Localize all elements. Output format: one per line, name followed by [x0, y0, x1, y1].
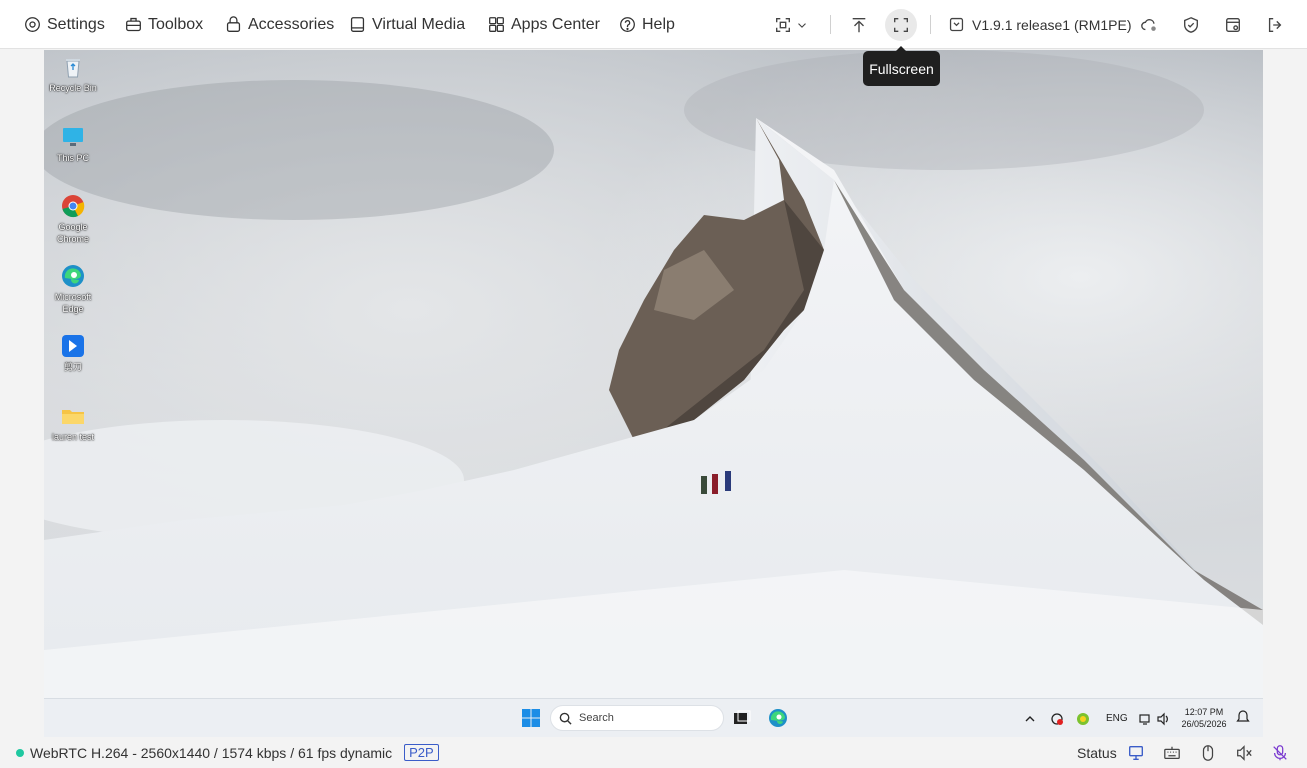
clock-date: 26/05/2026 [1181, 719, 1227, 729]
edge-taskbar-icon[interactable] [767, 707, 789, 729]
toolbar-divider [830, 15, 831, 34]
apps-center-menu[interactable]: Apps Center [488, 0, 600, 49]
screen-select-dropdown[interactable] [766, 9, 816, 41]
desktop-icon-app-shortcut[interactable]: 剪刀 [44, 333, 102, 373]
logout-icon [1268, 18, 1282, 32]
app-tray-icon[interactable] [1076, 712, 1090, 726]
status-label[interactable]: Status [1077, 737, 1117, 768]
settings-menu[interactable]: Settings [24, 0, 105, 49]
microphone-muted-icon [1273, 745, 1287, 761]
audio-mute-button[interactable] [1234, 743, 1254, 763]
app-shortcut-icon [62, 335, 84, 357]
desktop-icon-label: 剪刀 [63, 362, 82, 372]
mountain-wallpaper [44, 50, 1263, 698]
logout-button[interactable] [1259, 9, 1291, 41]
toolbox-menu-label: Toolbox [148, 15, 204, 33]
volume-mute-icon [1237, 745, 1252, 761]
folder-icon [62, 410, 84, 424]
upload-button[interactable] [843, 9, 875, 41]
accessories-menu-label: Accessories [248, 15, 335, 33]
version-info[interactable]: V1.9.1 release1 (RM1PE) [948, 0, 1132, 49]
chevron-down-icon [797, 23, 806, 28]
help-icon [620, 17, 635, 32]
desktop-icon-label: Google Chrome [56, 222, 89, 244]
help-menu[interactable]: Help [619, 0, 675, 49]
chevron-up-icon[interactable] [1024, 713, 1036, 725]
search-icon [559, 712, 572, 725]
connection-status-dot [16, 748, 24, 757]
mouse-button[interactable] [1198, 743, 1218, 763]
edge-icon [62, 265, 84, 287]
accessories-icon [226, 16, 241, 32]
mouse-icon [1202, 745, 1214, 761]
help-menu-label: Help [642, 15, 675, 33]
desktop-icon-label: lauren test [51, 432, 95, 442]
chrome-icon [62, 195, 85, 218]
notification-icon[interactable] [1235, 709, 1251, 725]
desktop-icon-lauren-test[interactable]: lauren test [44, 403, 102, 443]
desktop-icon-label: Recycle Bin [49, 83, 97, 93]
toolbox-icon [126, 17, 141, 32]
keyboard-button[interactable] [1162, 743, 1182, 763]
taskbar-search-box[interactable]: Search [550, 705, 724, 731]
desktop-icon-this-pc[interactable]: This PC [44, 124, 102, 164]
version-icon [949, 17, 964, 32]
fullscreen-button[interactable] [885, 9, 917, 41]
network-icon[interactable] [1138, 712, 1152, 726]
windows-taskbar: Search ENG 12:07 PM 26/05/2026 [44, 698, 1263, 737]
cloud-icon [1141, 19, 1156, 31]
cloud-button[interactable] [1133, 9, 1165, 41]
desktop-icon-recycle-bin[interactable]: Recycle Bin [44, 54, 102, 94]
this-pc-icon [63, 128, 83, 146]
toolbox-menu[interactable]: Toolbox [125, 0, 203, 49]
version-label: V1.9.1 release1 (RM1PE) [972, 16, 1132, 33]
desktop-icon-label: Microsoft Edge [54, 292, 92, 314]
virtual-media-menu[interactable]: Virtual Media [349, 0, 465, 49]
task-view-icon[interactable] [731, 707, 753, 729]
virtual-media-menu-label: Virtual Media [372, 15, 466, 33]
language-indicator[interactable]: ENG [1106, 713, 1128, 724]
monitor-icon [1129, 746, 1143, 760]
stream-info-text: WebRTC H.264 - 2560x1440 / 1574 kbps / 6… [30, 744, 393, 761]
toolbar-divider [930, 15, 931, 34]
security-button[interactable] [1175, 9, 1207, 41]
clock-time: 12:07 PM [1184, 707, 1224, 717]
taskbar-clock[interactable]: 12:07 PM 26/05/2026 [1176, 706, 1232, 730]
remote-desktop-view[interactable]: Recycle Bin This PC Google Chrome Micros… [44, 50, 1263, 737]
screen-capture-icon [775, 18, 790, 32]
accessories-menu[interactable]: Accessories [225, 0, 334, 49]
keyboard-icon [1164, 746, 1180, 760]
fullscreen-tooltip-text: Fullscreen [869, 60, 934, 77]
window-icon [1226, 18, 1240, 32]
session-button[interactable] [1217, 9, 1249, 41]
system-tray: ENG [1024, 699, 1170, 737]
status-label-text: Status [1077, 744, 1117, 761]
top-toolbar: Settings Toolbox Accessories Virtual Med… [0, 0, 1307, 49]
desktop-icon-google-chrome[interactable]: Google Chrome [44, 193, 102, 245]
fullscreen-icon [894, 18, 908, 32]
apps-center-icon [489, 17, 504, 32]
stream-info: WebRTC H.264 - 2560x1440 / 1574 kbps / 6… [16, 737, 439, 768]
desktop-icon-label: This PC [56, 153, 89, 163]
arrow-up-icon [852, 18, 866, 33]
desktop-icon-microsoft-edge[interactable]: Microsoft Edge [44, 263, 102, 315]
taskbar-search-placeholder: Search [579, 712, 614, 724]
apps-center-menu-label: Apps Center [511, 15, 600, 33]
virtual-media-icon [350, 17, 365, 32]
sync-status-icon[interactable] [1050, 712, 1064, 726]
volume-icon[interactable] [1156, 712, 1170, 726]
shield-check-icon [1184, 17, 1198, 33]
settings-menu-label: Settings [47, 15, 105, 33]
microphone-button[interactable] [1270, 743, 1290, 763]
monitor-button[interactable] [1126, 743, 1146, 763]
fullscreen-tooltip: Fullscreen [863, 46, 940, 86]
recycle-bin-icon [66, 59, 80, 78]
windows-start-icon[interactable] [520, 707, 542, 729]
p2p-badge: P2P [404, 744, 439, 761]
status-bar: WebRTC H.264 - 2560x1440 / 1574 kbps / 6… [0, 737, 1307, 768]
settings-icon [25, 17, 40, 32]
